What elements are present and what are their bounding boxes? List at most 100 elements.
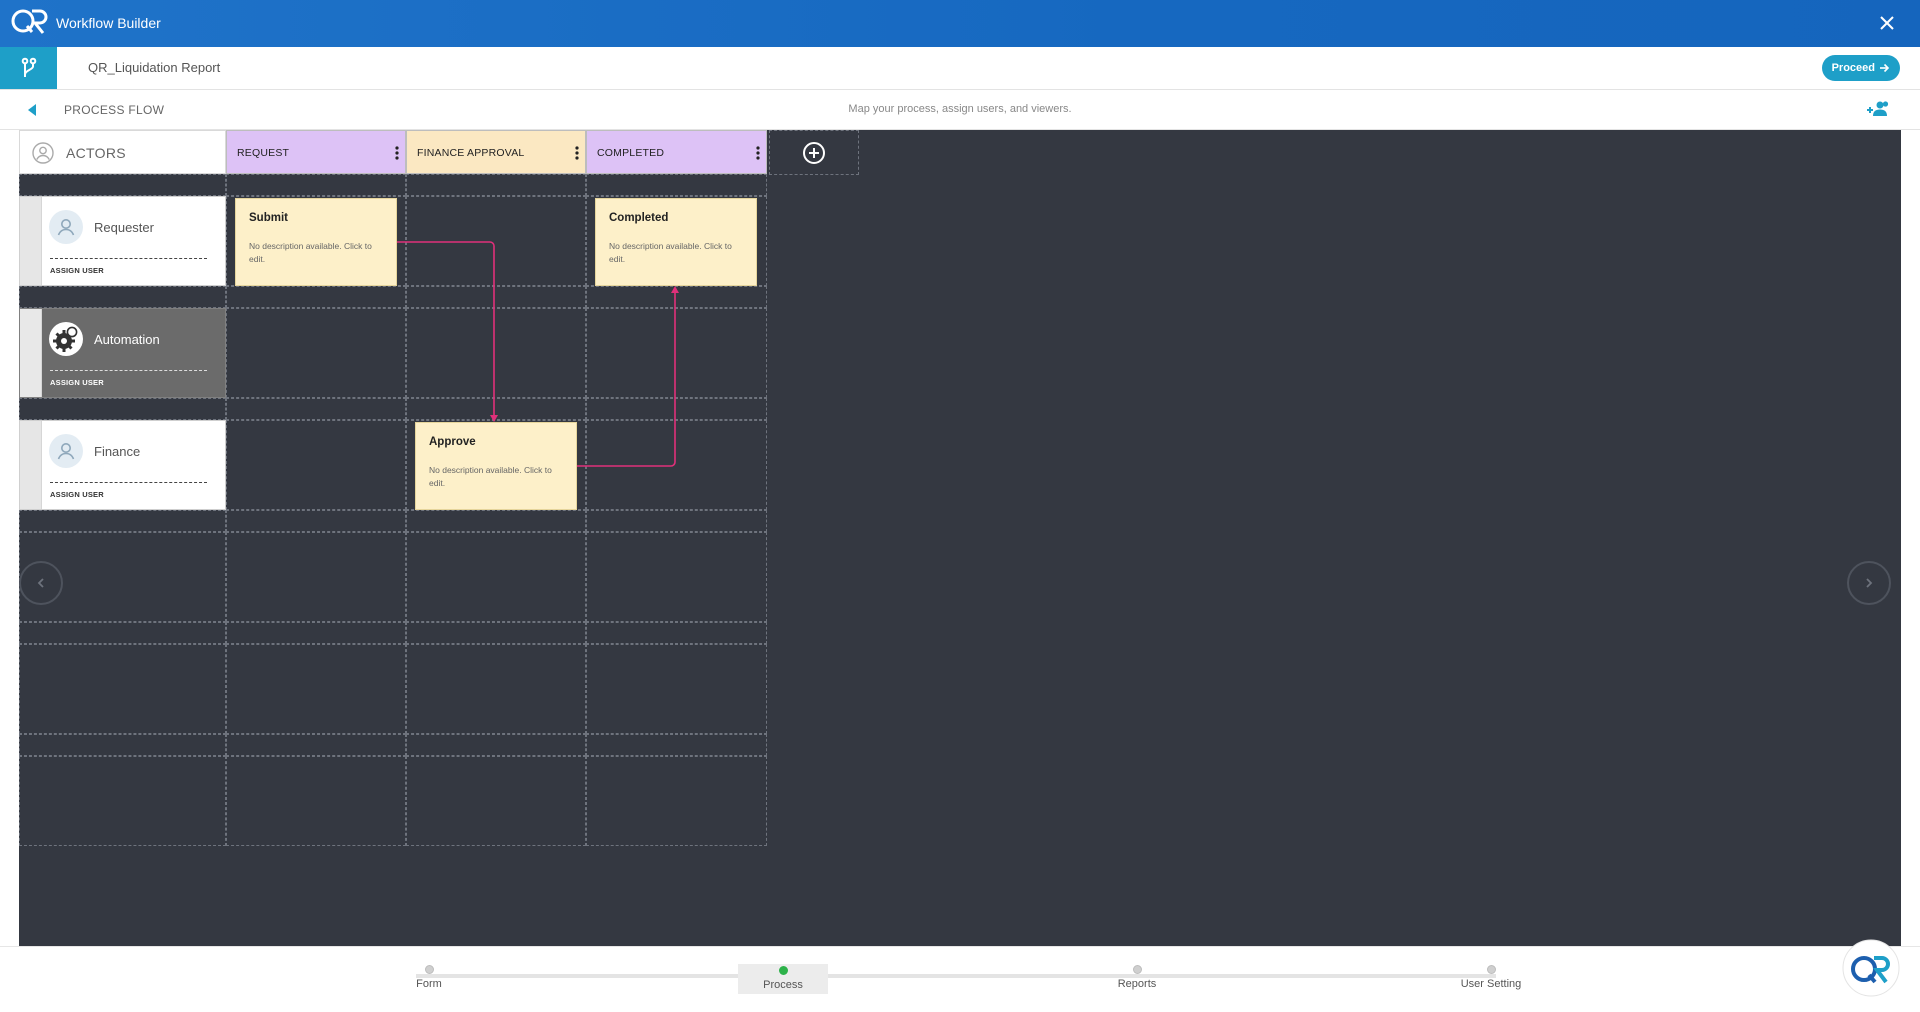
actor-card-automation[interactable]: Automation ASSIGN USER [19,308,226,398]
grid-cell[interactable] [19,644,226,734]
more-vertical-icon[interactable] [575,146,579,160]
add-column-slot [769,130,859,175]
grid-cell[interactable] [226,420,406,510]
drag-handle[interactable] [20,421,42,509]
grid-cell[interactable] [586,644,767,734]
step-process[interactable]: Process [738,964,828,994]
grid-cell[interactable] [586,532,767,622]
grid-cell[interactable] [19,756,226,846]
grid-spacer [406,734,586,756]
assign-user-link[interactable]: ASSIGN USER [50,266,104,275]
grid-cell[interactable] [586,308,767,398]
column-title: REQUEST [237,147,290,159]
grid-spacer [226,174,406,196]
wizard-footer: Form Process Reports User Setting [0,939,1920,1012]
grid-cell[interactable] [226,308,406,398]
grid-cell[interactable] [406,196,586,286]
task-card-submit[interactable]: Submit No description available. Click t… [235,198,397,286]
task-description: No description available. Click to edit. [249,241,372,264]
instruction-text: Map your process, assign users, and view… [848,103,1072,115]
canvas-right-gutter [1901,130,1920,946]
step-label: Form [416,978,442,990]
grid-spacer [19,286,226,308]
grid-cell[interactable] [406,756,586,846]
actor-name: Requester [94,220,154,235]
grid-spacer [586,398,767,420]
step-reports[interactable]: Reports [1092,965,1182,990]
document-title: QR_Liquidation Report [88,60,221,75]
grid-spacer [19,398,226,420]
column-header-finance-approval[interactable]: FINANCE APPROVAL [406,130,586,174]
grid-spacer [586,622,767,644]
grid-spacer [406,510,586,532]
grid-spacer [226,510,406,532]
workflow-branch-button[interactable] [0,47,57,89]
step-user-setting[interactable]: User Setting [1446,965,1536,990]
close-icon[interactable] [1876,12,1898,34]
actor-name: Finance [94,444,141,459]
step-form[interactable]: Form [384,965,474,990]
grid-spacer [226,286,406,308]
qr-logo [11,9,48,34]
grid-cell[interactable] [586,420,767,510]
column-header-request[interactable]: REQUEST [226,130,406,174]
add-users-icon[interactable] [1866,99,1890,119]
user-avatar-icon [49,434,83,468]
step-label: Reports [1117,978,1157,990]
user-circle-icon [32,142,54,164]
actors-label: ACTORS [66,145,126,161]
grid-cell[interactable] [406,644,586,734]
grid-spacer [586,174,767,196]
grid-cell[interactable] [226,756,406,846]
assign-user-link[interactable]: ASSIGN USER [50,378,104,387]
add-column-icon[interactable] [802,141,826,165]
more-vertical-icon[interactable] [395,146,399,160]
automation-gear-icon [49,322,83,356]
grid-spacer [406,622,586,644]
drag-handle[interactable] [20,197,42,285]
task-title: Completed [609,212,669,224]
divider [50,258,207,259]
scroll-left-button[interactable] [19,561,63,605]
more-vertical-icon[interactable] [756,146,760,160]
column-title: COMPLETED [597,147,665,159]
document-header: QR_Liquidation Report Proceed [0,47,1920,90]
progress-track [416,974,1496,978]
actor-card-requester[interactable]: Requester ASSIGN USER [19,196,226,286]
assign-user-link[interactable]: ASSIGN USER [50,490,104,499]
step-label: User Setting [1460,978,1522,990]
task-card-approve[interactable]: Approve No description available. Click … [415,422,577,510]
grid-cell[interactable] [406,308,586,398]
drag-handle[interactable] [20,309,42,397]
proceed-button[interactable]: Proceed [1821,55,1900,81]
grid-cell[interactable] [406,532,586,622]
user-avatar-icon [49,210,83,244]
app-title: Workflow Builder [56,15,161,31]
step-dot [1132,965,1142,974]
grid-cell[interactable] [226,644,406,734]
step-dot [1486,965,1496,974]
chevron-right-icon [1866,578,1873,588]
scroll-right-button[interactable] [1847,561,1891,605]
column-header-completed[interactable]: COMPLETED [586,130,767,174]
actor-card-finance[interactable]: Finance ASSIGN USER [19,420,226,510]
grid-spacer [19,734,226,756]
qr-brand-logo[interactable] [1842,939,1900,997]
grid-cell[interactable] [226,532,406,622]
canvas-left-gutter [0,130,19,946]
divider [50,482,207,483]
task-title: Submit [249,212,288,224]
task-description: No description available. Click to edit. [429,465,552,488]
task-title: Approve [429,436,476,448]
process-canvas: ACTORS REQUEST FINANCE APPROVAL COMPLETE… [19,130,1901,946]
grid-spacer [19,174,226,196]
grid-spacer [226,734,406,756]
title-bar: Workflow Builder [0,0,1920,47]
actors-header: ACTORS [19,130,226,174]
task-card-completed[interactable]: Completed No description available. Clic… [595,198,757,286]
grid-spacer [586,286,767,308]
grid-cell[interactable] [586,756,767,846]
step-label: Process [763,979,803,991]
proceed-label: Proceed [1831,62,1875,74]
actor-name: Automation [94,332,160,347]
